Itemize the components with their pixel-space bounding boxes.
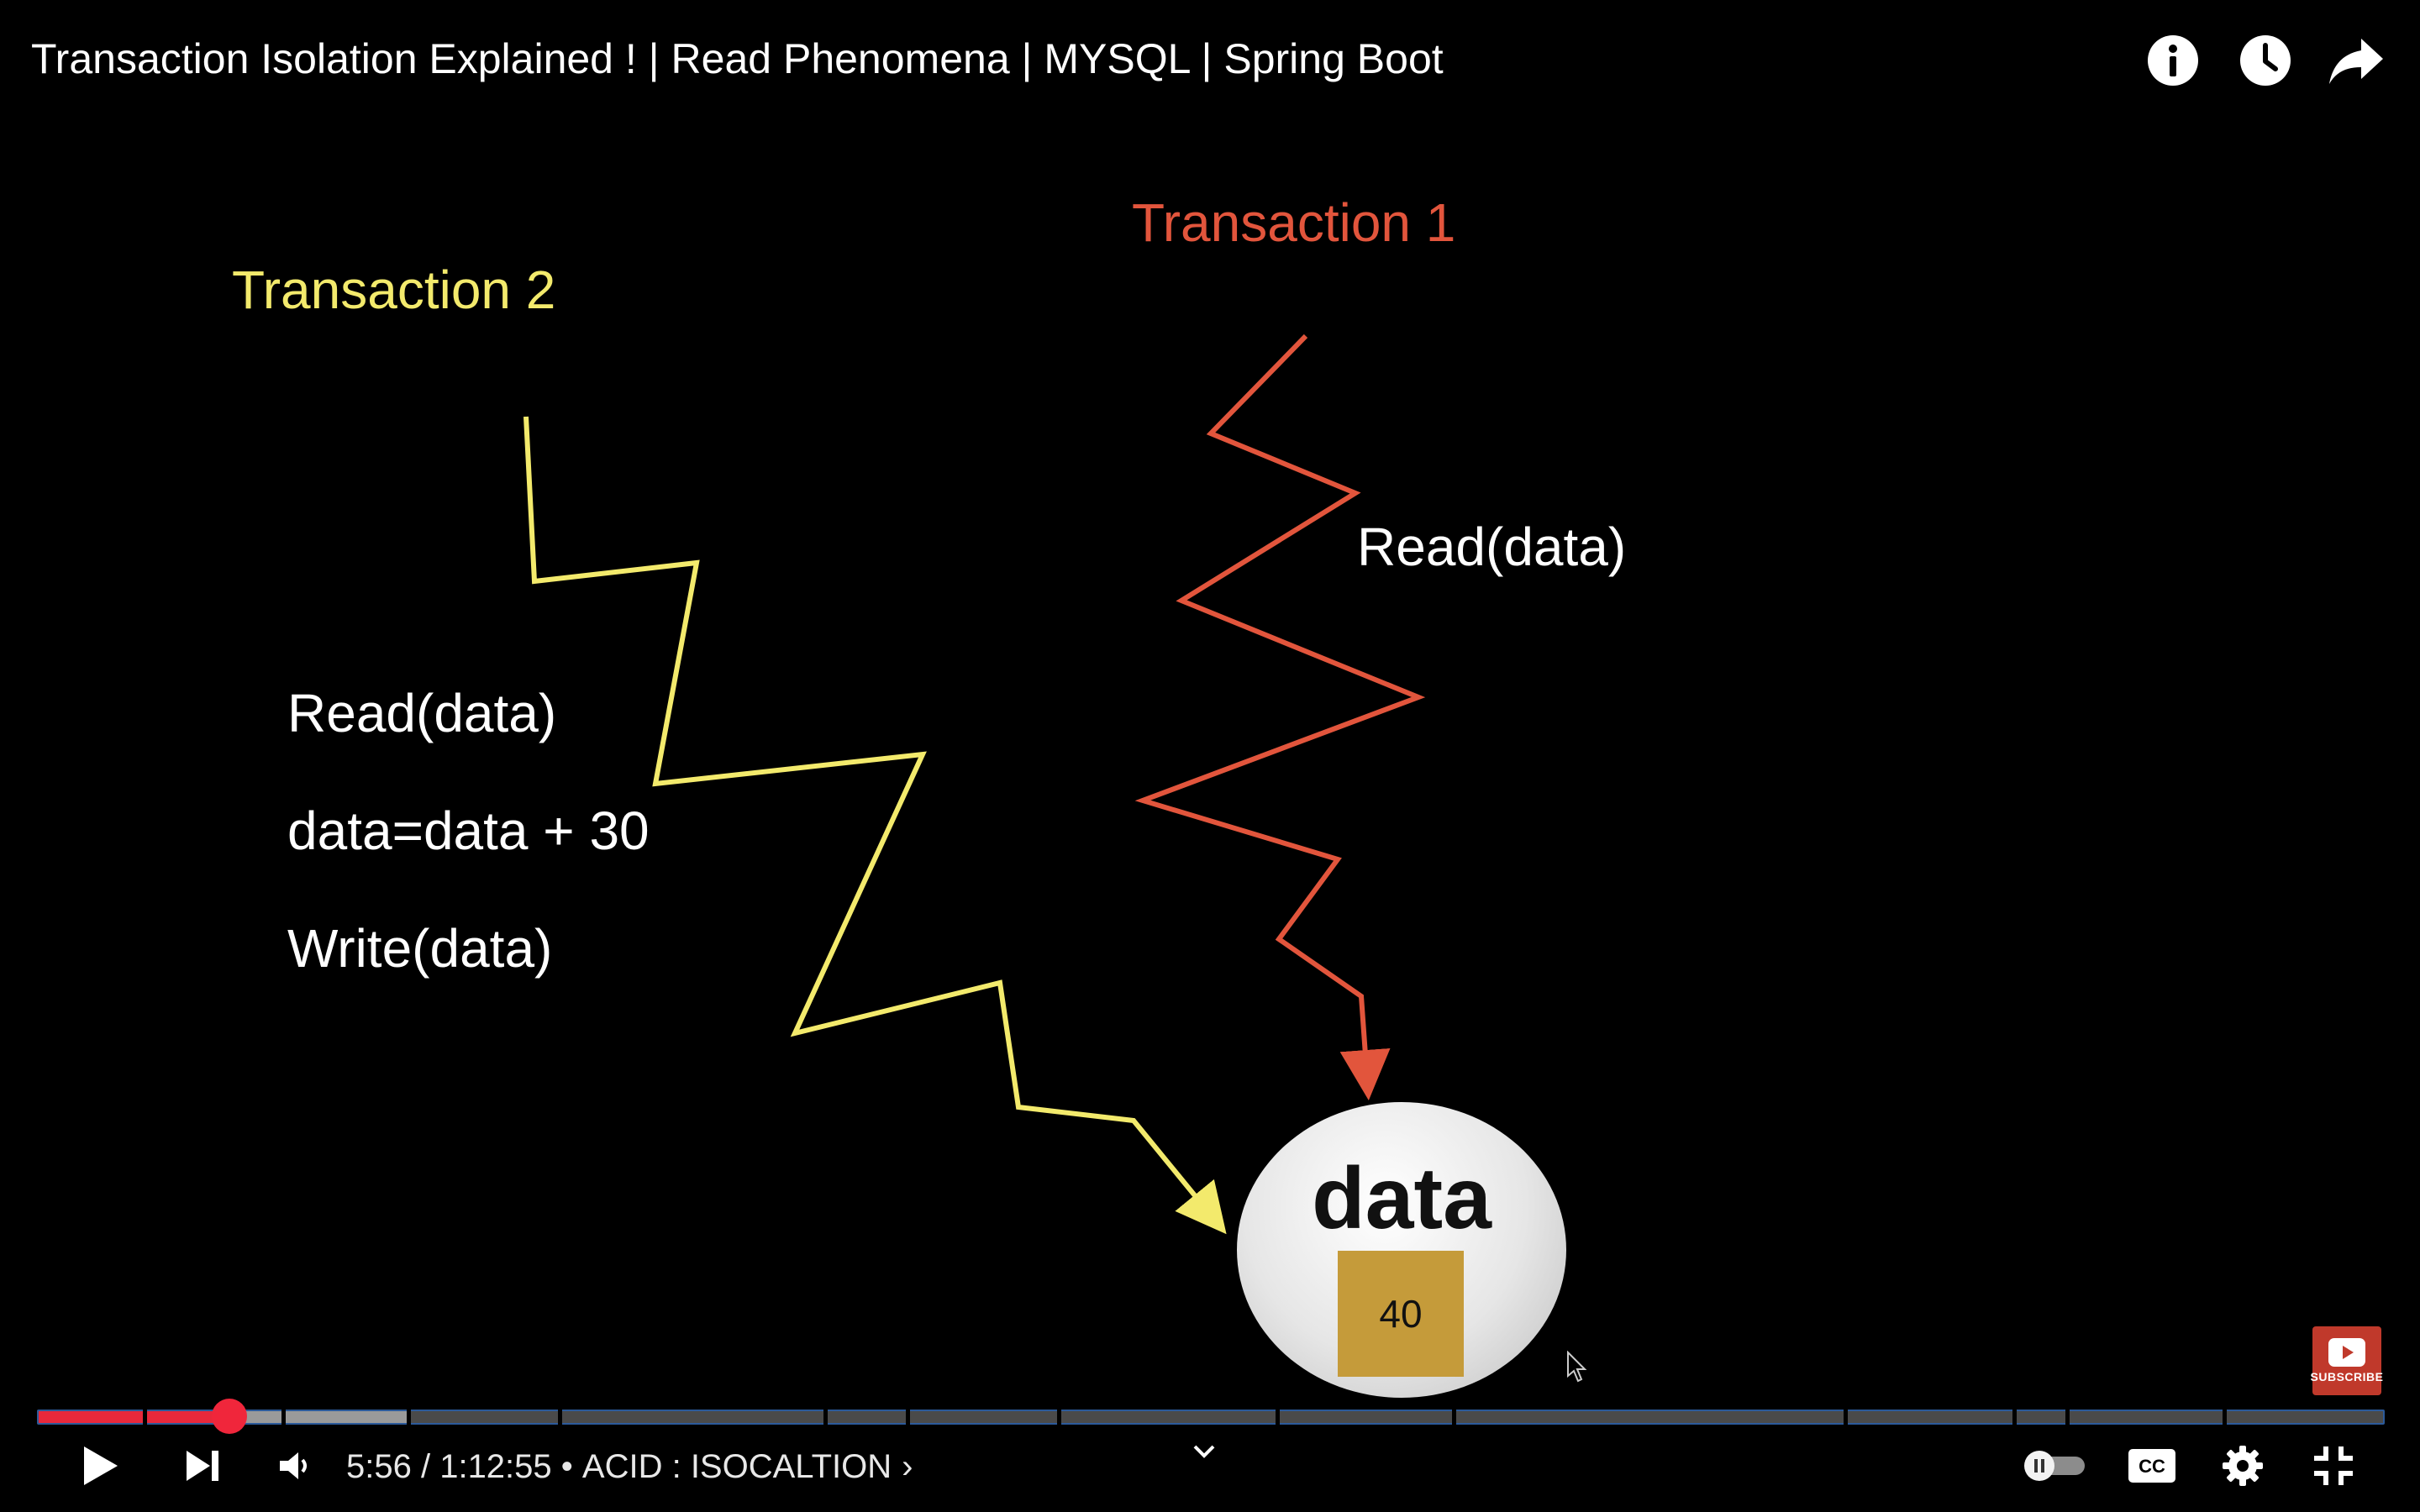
chapter-marker [143, 1410, 147, 1425]
mouse-cursor-icon [1567, 1351, 1587, 1383]
transaction-1-label: Transaction 1 [1132, 192, 1456, 253]
data-value-box: 40 [1338, 1251, 1464, 1377]
chapter-marker [281, 1410, 286, 1425]
autoplay-toggle[interactable] [2017, 1436, 2092, 1495]
current-time: 5:56 [346, 1448, 412, 1485]
settings-gear-icon [2223, 1446, 2263, 1486]
progress-played [39, 1411, 229, 1423]
chapter-marker [906, 1410, 910, 1425]
chapter-marker [1844, 1410, 1848, 1425]
chapter-marker [1057, 1410, 1061, 1425]
volume-button[interactable] [266, 1436, 324, 1495]
captions-button[interactable]: CC [2123, 1436, 2181, 1495]
t2-operation: Read(data) [287, 683, 557, 743]
t2-operation: data=data + 30 [287, 801, 650, 861]
chapter-marker [823, 1410, 828, 1425]
data-value: 40 [1379, 1292, 1423, 1336]
chapter-marker [1276, 1410, 1280, 1425]
subscribe-watermark[interactable]: SUBSCRIBE [2310, 1326, 2384, 1395]
t2-operation: Write(data) [287, 918, 553, 979]
play-button[interactable] [71, 1436, 129, 1495]
chapter-arrow[interactable]: › [902, 1438, 913, 1495]
settings-button[interactable] [2213, 1436, 2272, 1495]
exit-fullscreen-button[interactable] [2304, 1436, 2363, 1495]
chapter-expand-button[interactable] [1192, 1441, 1217, 1466]
captions-icon: CC [2128, 1449, 2175, 1483]
subscribe-label: SUBSCRIBE [2310, 1370, 2384, 1383]
volume-icon [280, 1452, 307, 1479]
chapter-marker [558, 1410, 562, 1425]
chapter-marker [2012, 1410, 2017, 1425]
chevron-down-icon [1193, 1445, 1215, 1458]
chapter-separator: • [551, 1448, 582, 1485]
next-button[interactable] [173, 1436, 232, 1495]
svg-text:CC: CC [2139, 1456, 2165, 1477]
chapter-marker [2223, 1410, 2227, 1425]
chapter-marker [407, 1410, 411, 1425]
chapter-marker [1452, 1410, 1456, 1425]
duration: 1:12:55 [439, 1448, 552, 1485]
transaction-1-path [1134, 333, 1426, 1100]
autoplay-toggle-icon [2024, 1451, 2085, 1481]
exit-fullscreen-icon [2314, 1446, 2353, 1485]
data-label: data [1312, 1150, 1491, 1247]
time-separator: / [411, 1448, 440, 1485]
video-player[interactable]: Transaction Isolation Explained ! | Read… [0, 0, 2420, 1512]
progress-scrubber[interactable] [212, 1399, 247, 1434]
transaction-2-label: Transaction 2 [232, 260, 556, 320]
next-icon [187, 1451, 218, 1481]
play-icon [84, 1446, 118, 1485]
chapter-marker [2065, 1410, 2070, 1425]
subscribe-play-icon [2328, 1338, 2365, 1367]
time-display: 5:56 / 1:12:55 • ACID : ISOCALTION › [346, 1438, 913, 1495]
chapter-title[interactable]: ACID : ISOCALTION [582, 1438, 892, 1495]
t1-operation: Read(data) [1357, 517, 1627, 577]
